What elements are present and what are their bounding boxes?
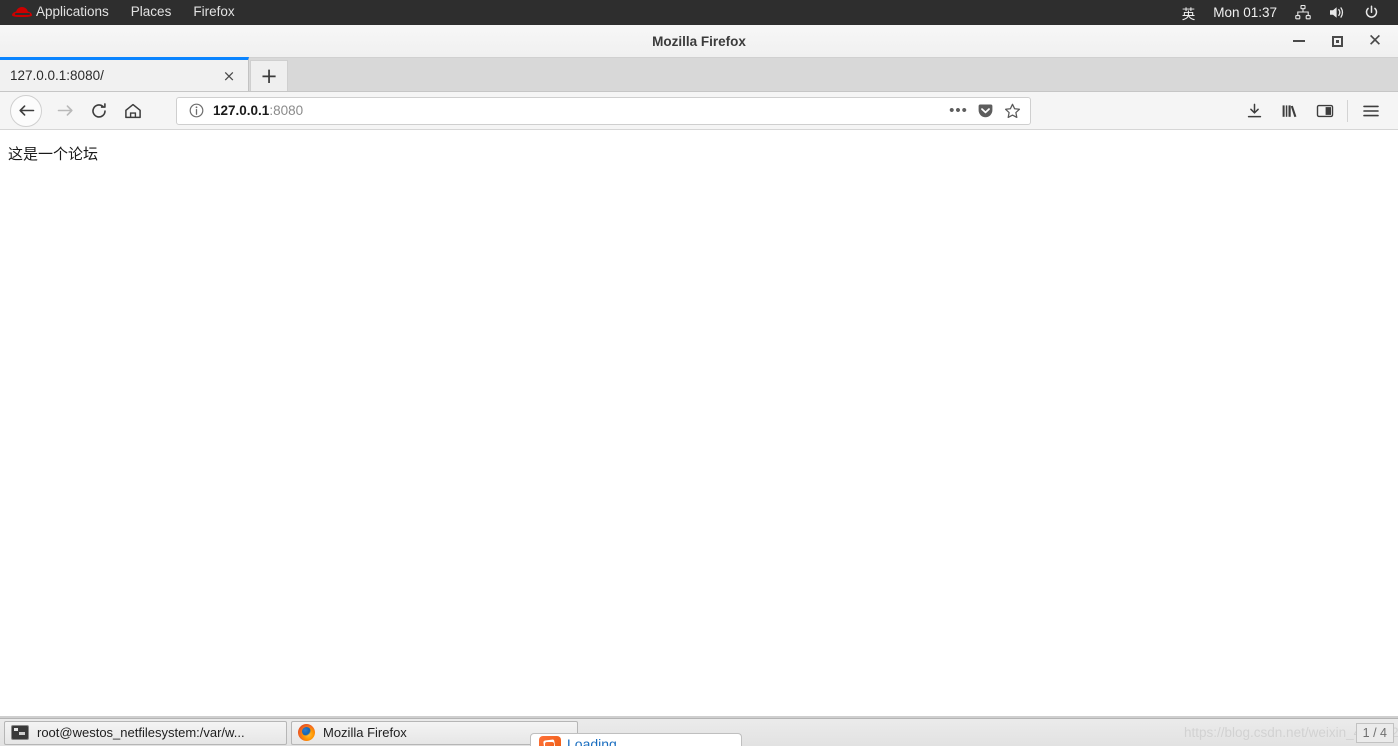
address-bar[interactable]: 127.0.0.1:8080 ••• <box>176 96 1031 125</box>
forward-button[interactable] <box>48 96 82 126</box>
close-button[interactable]: ✕ <box>1356 26 1394 56</box>
home-button[interactable] <box>116 96 150 126</box>
window-titlebar: Mozilla Firefox ✕ <box>0 25 1398 58</box>
places-menu[interactable]: Places <box>123 0 186 25</box>
popup-text: Loading... <box>567 736 629 746</box>
redhat-logo-icon <box>12 4 32 20</box>
page-actions-icon[interactable]: ••• <box>945 99 972 123</box>
applications-menu-label: Applications <box>36 4 109 19</box>
places-menu-label: Places <box>130 4 172 19</box>
panel-menus: Applications Places Firefox <box>0 0 249 25</box>
url-host: 127.0.0.1 <box>213 103 270 118</box>
hamburger-menu-icon[interactable] <box>1353 96 1388 126</box>
terminal-icon <box>11 725 29 740</box>
close-icon: ✕ <box>1367 30 1383 51</box>
window-controls: ✕ <box>1280 26 1394 56</box>
maximize-icon <box>1331 35 1343 47</box>
taskbar-item-label: Mozilla Firefox <box>323 725 407 740</box>
panel-status-area: 英 Mon 01:37 <box>1173 3 1398 23</box>
url-text: 127.0.0.1:8080 <box>207 103 945 118</box>
reload-button[interactable] <box>82 96 116 126</box>
page-content: 这是一个论坛 <box>0 130 1398 718</box>
window-title: Mozilla Firefox <box>652 33 746 49</box>
new-tab-button[interactable]: + <box>250 60 288 91</box>
input-method-indicator[interactable]: 英 <box>1173 3 1205 23</box>
network-icon[interactable] <box>1286 5 1320 20</box>
minimize-button[interactable] <box>1280 26 1318 56</box>
taskbar-item-terminal[interactable]: root@westos_netfilesystem:/var/w... <box>4 720 287 745</box>
back-button[interactable] <box>10 94 42 127</box>
power-icon[interactable] <box>1355 5 1388 20</box>
url-port: :8080 <box>269 103 304 118</box>
maximize-button[interactable] <box>1318 26 1356 56</box>
page-body-text: 这是一个论坛 <box>8 145 99 163</box>
firefox-menu[interactable]: Firefox <box>185 0 248 25</box>
pocket-icon[interactable] <box>972 99 999 123</box>
firefox-menu-label: Firefox <box>193 4 235 19</box>
urlbar-container: 127.0.0.1:8080 ••• <box>150 96 1237 125</box>
bookmark-star-icon[interactable] <box>999 99 1026 123</box>
navigation-toolbar: 127.0.0.1:8080 ••• <box>0 92 1398 130</box>
popup-app-icon <box>539 736 561 746</box>
firefox-window: Mozilla Firefox ✕ 127.0.0.1:8080/ × + 12… <box>0 25 1398 718</box>
workspace-indicator[interactable]: 1 / 4 <box>1355 722 1394 743</box>
library-icon[interactable] <box>1272 96 1307 126</box>
gnome-top-panel: Applications Places Firefox 英 Mon 01:37 <box>0 0 1398 25</box>
volume-icon[interactable] <box>1320 5 1355 20</box>
panel-clock[interactable]: Mon 01:37 <box>1204 5 1286 20</box>
downloads-icon[interactable] <box>1237 96 1272 126</box>
browser-tab[interactable]: 127.0.0.1:8080/ × <box>0 57 249 91</box>
applications-menu[interactable]: Applications <box>6 0 123 25</box>
taskbar-item-label: root@westos_netfilesystem:/var/w... <box>37 725 245 740</box>
sidebar-icon[interactable] <box>1307 96 1342 126</box>
tab-title: 127.0.0.1:8080/ <box>10 68 104 83</box>
urlbar-actions: ••• <box>945 99 1026 123</box>
notification-popup[interactable]: Loading... <box>530 733 742 746</box>
toolbar-divider <box>1347 99 1348 122</box>
toolbar-right-buttons <box>1237 96 1392 126</box>
firefox-icon <box>298 724 315 741</box>
tab-close-icon[interactable]: × <box>218 65 240 87</box>
tab-strip: 127.0.0.1:8080/ × + <box>0 57 1398 92</box>
minimize-icon <box>1293 40 1305 42</box>
info-icon[interactable] <box>185 103 207 118</box>
